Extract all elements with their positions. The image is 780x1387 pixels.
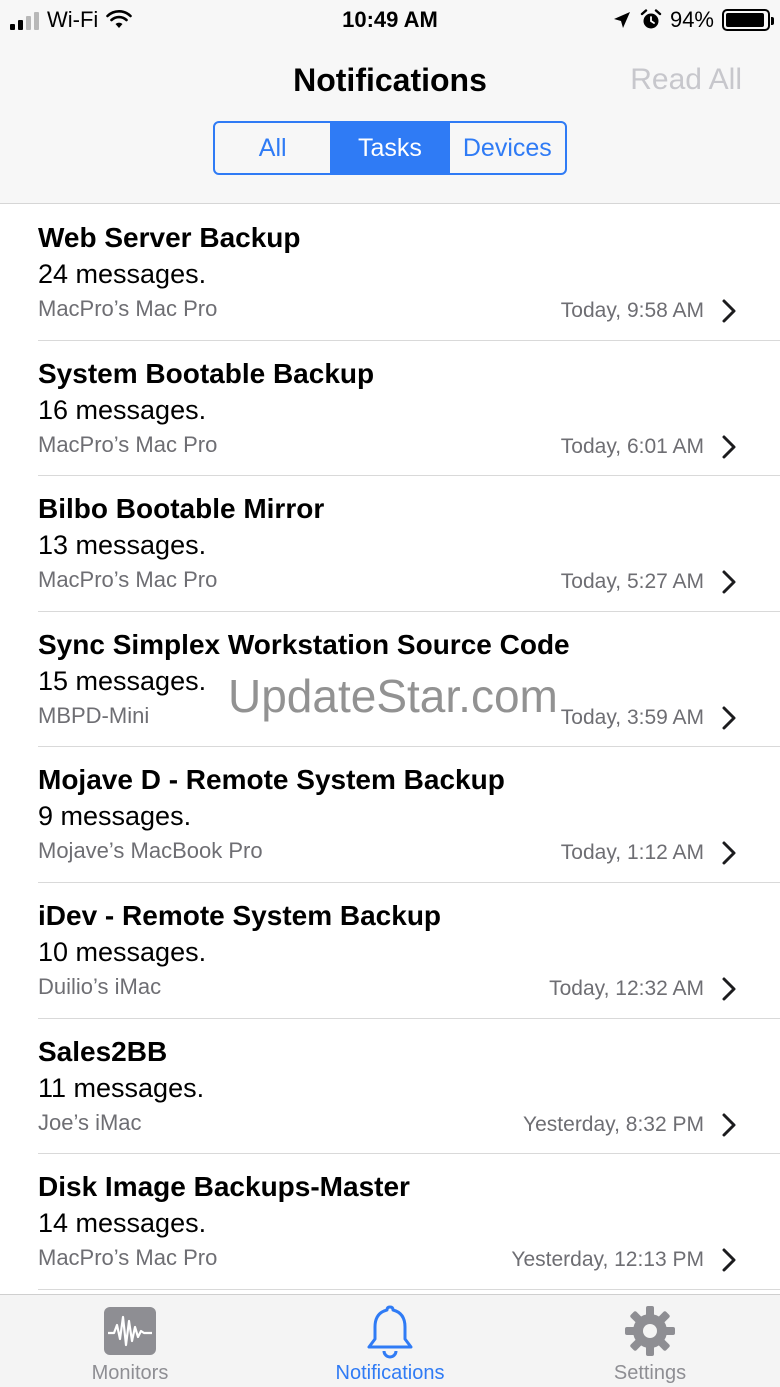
notification-title: Bilbo Bootable Mirror (38, 493, 325, 525)
status-right: 94% (612, 6, 774, 34)
chevron-right-icon (722, 1248, 736, 1272)
chevron-right-icon (722, 977, 736, 1001)
segmented-control: All Tasks Devices (213, 121, 567, 175)
message-count: 16 messages. (38, 394, 207, 425)
device-name: MacPro’s Mac Pro (38, 296, 218, 321)
chevron-right-icon (722, 841, 736, 865)
chevron-right-icon (722, 435, 736, 459)
notification-row[interactable]: Bilbo Bootable Mirror 13 messages. MacPr… (38, 476, 780, 612)
tab-label: Monitors (91, 1362, 169, 1384)
chevron-right-icon (722, 706, 736, 730)
tab-label: Settings (613, 1362, 687, 1384)
device-name: Duilio’s iMac (38, 973, 162, 999)
notification-time: Today, 9:58 AM (560, 299, 704, 322)
notification-time: Today, 12:32 AM (549, 976, 704, 1000)
device-name: MacPro’s Mac Pro (38, 431, 218, 457)
message-count: 13 messages. (38, 530, 207, 561)
notification-title: System Bootable Backup (38, 357, 375, 389)
notification-title: Sync Simplex Workstation Source Code (38, 628, 570, 660)
device-name: MacPro’s Mac Pro (38, 1245, 218, 1271)
battery-percent: 94% (669, 7, 714, 32)
location-arrow-icon (613, 12, 630, 28)
notification-row[interactable]: Web Server Backup 24 messages. MacPro’s … (38, 205, 780, 341)
message-count: 9 messages. (38, 801, 192, 832)
battery-icon (722, 9, 774, 31)
tab-settings[interactable]: Settings (520, 1295, 780, 1387)
message-count: 11 messages. (38, 1072, 205, 1103)
notification-time: Today, 5:27 AM (560, 570, 704, 594)
bell-icon (362, 1303, 418, 1359)
notification-row[interactable]: Sales2BB 11 messages. Joe’s iMac Yesterd… (38, 1019, 780, 1155)
notification-time: Today, 6:01 AM (560, 434, 704, 458)
segment-tasks[interactable]: Tasks (332, 123, 450, 173)
notification-list: Web Server Backup 24 messages. MacPro’s … (0, 205, 780, 1290)
notification-title: Disk Image Backups-Master (38, 1171, 410, 1203)
navigation-bar: Notifications Read All All Tasks Devices (0, 44, 780, 204)
tab-label: Notifications (335, 1362, 445, 1384)
notification-row[interactable]: Sync Simplex Workstation Source Code 15 … (38, 612, 780, 748)
tab-notifications[interactable]: Notifications (260, 1295, 520, 1387)
waveform-icon (102, 1303, 158, 1359)
device-name: Joe’s iMac (38, 1109, 142, 1135)
segment-all[interactable]: All (215, 123, 333, 173)
notification-time: Today, 3:59 AM (560, 705, 704, 729)
alarm-clock-icon (640, 9, 662, 29)
chevron-right-icon (722, 299, 736, 323)
notification-time: Yesterday, 12:13 PM (511, 1248, 704, 1272)
tab-monitors[interactable]: Monitors (0, 1295, 260, 1387)
segment-devices[interactable]: Devices (450, 123, 565, 173)
device-name: MacPro’s Mac Pro (38, 567, 218, 593)
notification-title: iDev - Remote System Backup (38, 899, 442, 931)
device-name: MBPD-Mini (38, 702, 150, 728)
message-count: 10 messages. (38, 936, 207, 967)
notification-row[interactable]: System Bootable Backup 16 messages. MacP… (38, 341, 780, 477)
message-count: 24 messages. (38, 259, 207, 289)
notification-title: Web Server Backup (38, 222, 301, 253)
notification-time: Today, 1:12 AM (560, 841, 704, 865)
message-count: 15 messages. (38, 665, 207, 696)
gear-icon (622, 1303, 678, 1359)
device-name: Mojave’s MacBook Pro (38, 838, 263, 864)
notification-row[interactable]: Mojave D - Remote System Backup 9 messag… (38, 747, 780, 883)
chevron-right-icon (722, 570, 736, 594)
read-all-button[interactable]: Read All (630, 60, 742, 100)
notification-title: Sales2BB (38, 1035, 168, 1067)
status-bar: Wi-Fi 10:49 AM 94% (0, 0, 780, 44)
tab-bar: Monitors Notifications Settings (0, 1294, 780, 1387)
chevron-right-icon (722, 1113, 736, 1137)
notification-row[interactable]: Disk Image Backups-Master 14 messages. M… (38, 1154, 780, 1290)
notification-time: Yesterday, 8:32 PM (523, 1112, 704, 1136)
notification-row[interactable]: iDev - Remote System Backup 10 messages.… (38, 883, 780, 1019)
message-count: 14 messages. (38, 1208, 207, 1239)
notification-title: Mojave D - Remote System Backup (38, 764, 505, 796)
